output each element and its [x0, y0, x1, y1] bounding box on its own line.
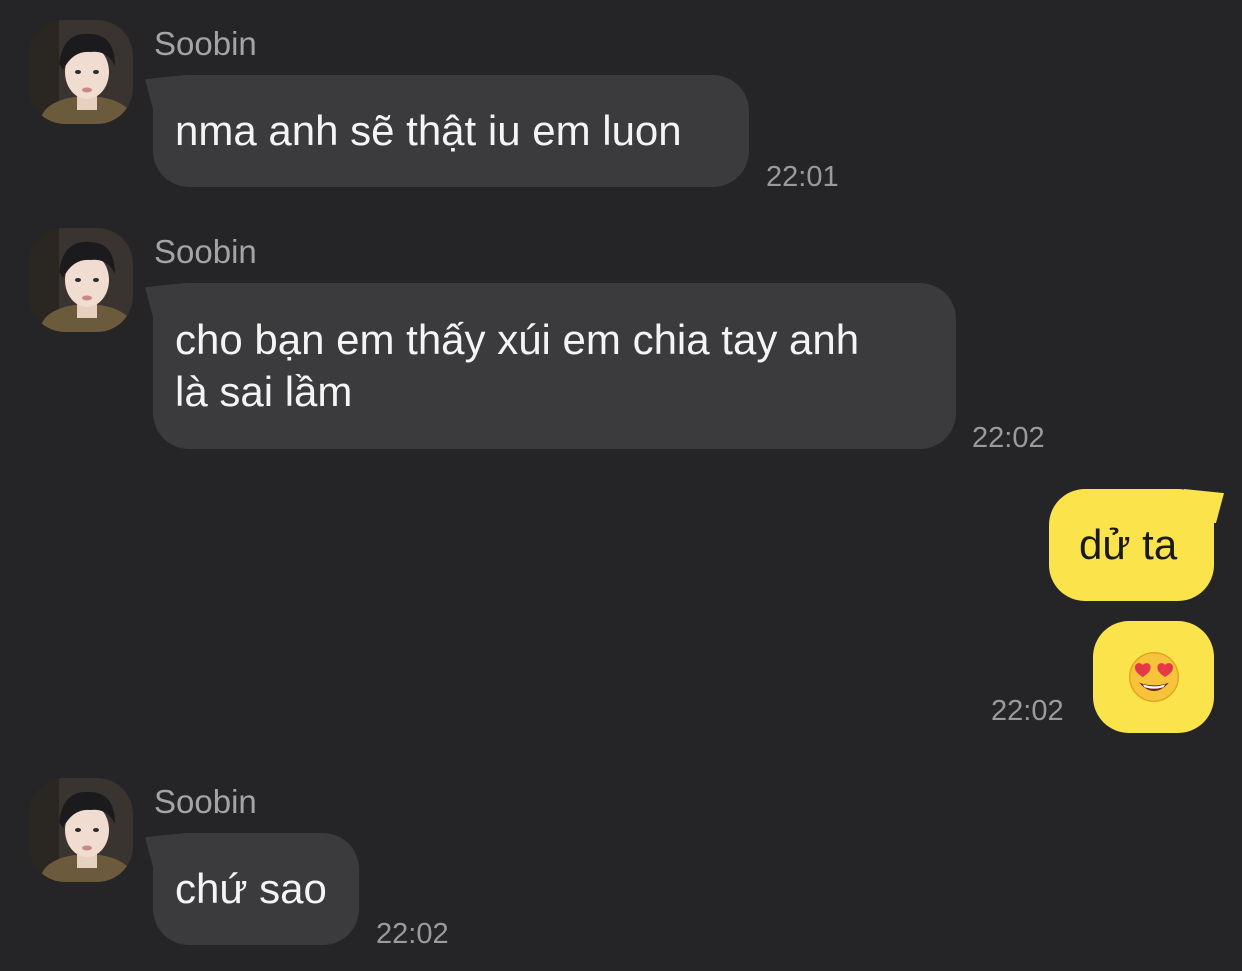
message-timestamp: 22:01	[766, 161, 839, 193]
avatar[interactable]	[29, 20, 133, 124]
sender-name: Soobin	[154, 783, 257, 820]
message-timestamp: 22:02	[972, 422, 1045, 454]
message-bubble-outgoing[interactable]	[1093, 621, 1214, 733]
message-text-line: cho bạn em thấy xúi em chia tay anh	[175, 316, 860, 363]
profile-photo-icon	[29, 228, 133, 332]
profile-photo-icon	[29, 20, 133, 124]
profile-photo-icon	[29, 778, 133, 882]
message-bubble[interactable]: cho bạn em thấy xúi em chia tay anh là s…	[153, 283, 956, 449]
sender-name: Soobin	[154, 25, 257, 62]
message-bubble[interactable]: nma anh sẽ thật iu em luon	[153, 75, 749, 187]
message-bubble[interactable]: chứ sao	[153, 833, 359, 945]
message-timestamp: 22:02	[991, 695, 1064, 727]
message-text-line: là sai lầm	[175, 368, 353, 415]
avatar[interactable]	[29, 778, 133, 882]
message-bubble-outgoing[interactable]: dử ta	[1049, 489, 1214, 601]
avatar[interactable]	[29, 228, 133, 332]
message-timestamp: 22:02	[376, 918, 449, 950]
message-text: nma anh sẽ thật iu em luon	[175, 107, 682, 154]
message-text: dử ta	[1079, 521, 1178, 568]
sender-name: Soobin	[154, 233, 257, 270]
message-text: chứ sao	[175, 865, 327, 912]
heart-eyes-emoji-icon	[1128, 652, 1179, 702]
